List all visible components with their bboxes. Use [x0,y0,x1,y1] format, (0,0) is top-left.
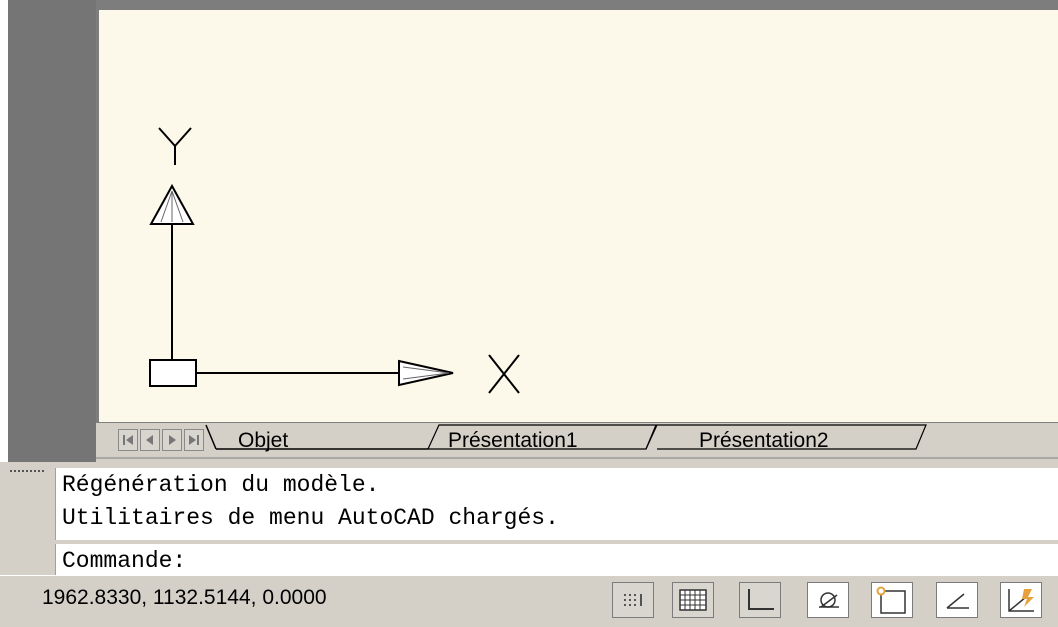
history-line: Régénération du modèle. [62,472,380,498]
ortho-icon [748,589,774,610]
ucs-icon: X Y [149,127,520,394]
first-tab-button[interactable] [118,429,138,451]
tab-objet[interactable]: Objet [238,429,288,453]
ucs-x-arrowhead [398,359,454,387]
ucs-y-glyph [158,127,192,165]
status-bar: 1962.8330, 1132.5144, 0.0000 [0,575,1058,627]
last-tab-button[interactable] [184,429,204,451]
polar-icon [819,592,839,608]
first-arrow-icon [123,435,133,445]
osnap-icon [876,586,906,614]
ucs-origin-box [149,359,197,387]
ducs-toggle[interactable] [1000,582,1042,618]
command-history: Régénération du modèle. Utilitaires de m… [55,468,1058,540]
layout-tab-bar: Objet Présentation1 Présentation2 [96,422,1058,463]
tab-presentation2[interactable]: Présentation2 [699,429,829,453]
snap-toggle[interactable] [612,582,654,618]
ducs-icon [1008,589,1034,612]
grid-icon [679,589,707,611]
viewport-frame: X Y [96,0,1058,422]
snap-icon [624,594,642,606]
previous-tab-button[interactable] [140,429,160,451]
left-arrow-icon [146,435,153,445]
last-arrow-icon [189,435,199,445]
osnap-toggle[interactable] [871,582,913,618]
command-prompt: Commande: [62,548,187,574]
next-tab-button[interactable] [162,429,182,451]
ucs-x-glyph [488,354,520,394]
otrack-icon [946,593,969,609]
left-dock-panel [8,0,96,462]
history-line: Utilitaires de menu AutoCAD chargés. [62,505,559,531]
grid-toggle[interactable] [672,582,714,618]
drawing-canvas[interactable]: X Y [99,10,1058,422]
command-window: Régénération du modèle. Utilitaires de m… [0,462,1058,575]
ortho-toggle[interactable] [739,582,781,618]
otrack-toggle[interactable] [936,582,978,618]
command-input[interactable]: Commande: [55,544,1058,575]
coordinates-readout[interactable]: 1962.8330, 1132.5144, 0.0000 [42,586,327,610]
polar-toggle[interactable] [807,582,849,618]
right-arrow-icon [169,435,176,445]
dock-grip-icon[interactable] [10,470,46,474]
tab-presentation1[interactable]: Présentation1 [448,429,578,453]
